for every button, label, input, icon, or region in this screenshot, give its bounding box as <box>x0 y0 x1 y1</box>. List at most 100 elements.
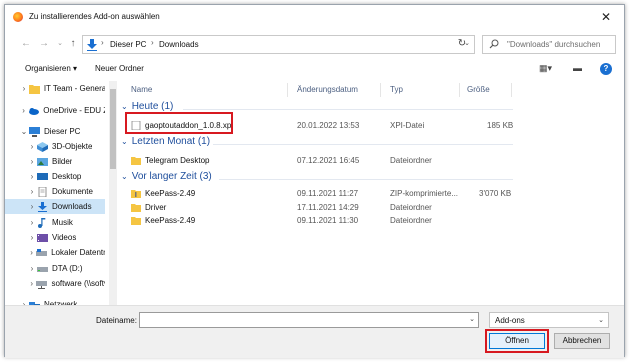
chevron-down-icon[interactable]: ⌄ <box>469 315 475 323</box>
column-header-date[interactable]: Änderungsdatum <box>297 85 358 94</box>
up-button[interactable]: ↑ <box>66 36 80 52</box>
file-type: ZIP-komprimierte... <box>390 189 459 198</box>
file-type: Dateiordner <box>390 203 432 212</box>
file-row[interactable]: KeePass-2.49 09.11.2021 11:27 ZIP-kompri… <box>121 187 521 201</box>
column-header-size[interactable]: Größe <box>467 85 490 94</box>
arrow-right-icon: → <box>39 38 49 49</box>
filename-label: Dateiname: <box>96 316 137 325</box>
sidebar-item-music[interactable]: › Musik <box>5 215 105 230</box>
organize-menu[interactable]: Organisieren ▾ <box>25 64 77 73</box>
chevron-down-icon: ⌄ <box>121 102 128 111</box>
sidebar-item-software-share[interactable]: › software (\\softv <box>5 276 105 291</box>
sidebar-item-videos[interactable]: › Videos <box>5 230 105 245</box>
column-divider[interactable] <box>287 83 288 97</box>
chevron-down-icon[interactable]: ⌄ <box>19 127 29 136</box>
view-options-icon[interactable]: ▦▾ <box>539 63 552 74</box>
file-date: 09.11.2021 11:27 <box>297 189 359 198</box>
navigation-bar: ← → ⌄ ↑ › Dieser PC › Downloads ⌄ ↻ "Dow… <box>5 33 624 57</box>
video-icon <box>37 233 48 242</box>
breadcrumb-downloads[interactable]: Downloads <box>159 40 199 49</box>
search-placeholder: "Downloads" durchsuchen <box>507 40 601 49</box>
breadcrumb-separator-icon: › <box>101 38 104 47</box>
file-name: Driver <box>145 203 167 212</box>
chevron-right-icon[interactable]: › <box>27 202 37 211</box>
sidebar-item-downloads[interactable]: › Downloads <box>5 199 105 214</box>
folder-icon <box>131 204 141 212</box>
file-name: KeePass-2.49 <box>145 189 196 198</box>
chevron-right-icon[interactable]: › <box>27 187 37 196</box>
sidebar-item-documents[interactable]: › Dokumente <box>5 184 105 199</box>
sidebar-scrollbar[interactable] <box>109 81 117 313</box>
cloud-icon <box>29 107 40 115</box>
forward-button[interactable]: → <box>37 36 51 52</box>
file-date: 09.11.2021 11:30 <box>297 216 359 225</box>
cube-icon <box>37 141 48 152</box>
title-bar: Zu installierendes Add-on auswählen ✕ <box>5 5 624 29</box>
chevron-right-icon[interactable]: › <box>27 218 37 227</box>
file-row[interactable]: Telegram Desktop 07.12.2021 16:45 Dateio… <box>121 154 521 168</box>
breadcrumb-this-pc[interactable]: Dieser PC <box>110 40 146 49</box>
chevron-right-icon[interactable]: › <box>19 84 29 93</box>
drive-icon <box>36 248 48 256</box>
help-icon[interactable]: ? <box>600 63 612 75</box>
firefox-icon <box>13 12 23 22</box>
chevron-right-icon[interactable]: › <box>27 248 36 257</box>
sidebar-item-desktop[interactable]: › Desktop <box>5 169 105 184</box>
group-divider <box>213 144 513 145</box>
column-divider[interactable] <box>511 83 512 97</box>
chevron-right-icon[interactable]: › <box>27 233 37 242</box>
file-name: Telegram Desktop <box>145 156 210 165</box>
group-header-long-ago[interactable]: ⌄ Vor langer Zeit (3) <box>121 171 212 182</box>
file-row[interactable]: KeePass-2.49 09.11.2021 11:30 Dateiordne… <box>121 214 521 228</box>
sidebar-item-3d-objects[interactable]: › 3D-Objekte <box>5 139 105 154</box>
group-header-last-month[interactable]: ⌄ Letzten Monat (1) <box>121 136 210 147</box>
back-button[interactable]: ← <box>19 36 33 52</box>
chevron-right-icon[interactable]: › <box>27 142 37 151</box>
chevron-right-icon[interactable]: › <box>27 172 37 181</box>
preview-pane-icon[interactable]: ▬ <box>573 63 582 73</box>
window-title: Zu installierendes Add-on auswählen <box>29 12 160 21</box>
file-name: KeePass-2.49 <box>145 216 196 225</box>
close-button[interactable]: ✕ <box>598 9 614 25</box>
chevron-right-icon[interactable]: › <box>27 264 37 273</box>
sidebar-item-dta-drive[interactable]: › DTA (D:) <box>5 261 105 276</box>
command-toolbar: Organisieren ▾ Neuer Ordner ▦▾ ▬ ? <box>5 61 624 79</box>
arrow-left-icon: ← <box>21 38 31 49</box>
file-type: Dateiordner <box>390 216 432 225</box>
sidebar-scroll-thumb[interactable] <box>110 89 116 169</box>
search-box[interactable]: "Downloads" durchsuchen <box>482 35 616 54</box>
address-bar[interactable]: › Dieser PC › Downloads ⌄ <box>82 35 475 54</box>
chevron-down-icon: ⌄ <box>121 172 128 181</box>
drive-icon <box>37 266 48 272</box>
file-type: Dateiordner <box>390 156 432 165</box>
chevron-right-icon[interactable]: › <box>19 106 28 115</box>
column-header-name[interactable]: Name <box>131 85 152 94</box>
sidebar-item-it-team[interactable]: › IT Team - Genera <box>5 81 105 96</box>
sidebar-item-local-disk[interactable]: › Lokaler Datenträ <box>5 245 105 260</box>
folder-icon <box>28 84 40 94</box>
chevron-right-icon[interactable]: › <box>27 279 36 288</box>
sidebar-item-pictures[interactable]: › Bilder <box>5 154 105 169</box>
filetype-select[interactable]: Add-ons ⌄ <box>489 312 609 328</box>
sidebar-item-this-pc[interactable]: ⌄ Dieser PC <box>5 124 105 139</box>
download-icon <box>38 201 47 212</box>
file-date: 07.12.2021 16:45 <box>297 156 360 165</box>
download-icon <box>87 39 97 51</box>
file-size: 185 KB <box>487 121 514 130</box>
refresh-button[interactable]: ↻ <box>453 36 471 52</box>
dialog-footer: Dateiname: ⌄ Add-ons ⌄ Öffnen Abbrechen <box>5 305 624 358</box>
filename-input[interactable]: ⌄ <box>139 312 479 328</box>
column-header-type[interactable]: Typ <box>390 85 403 94</box>
new-folder-button[interactable]: Neuer Ordner <box>95 64 144 73</box>
desktop-icon <box>37 172 48 180</box>
cancel-button[interactable]: Abbrechen <box>554 333 610 349</box>
file-size: 3'070 KB <box>479 189 512 198</box>
chevron-right-icon[interactable]: › <box>27 157 37 166</box>
sidebar-item-onedrive[interactable]: › OneDrive - EDU Zi <box>5 103 105 118</box>
recent-locations-button[interactable]: ⌄ <box>53 36 67 52</box>
column-divider[interactable] <box>380 83 381 97</box>
group-header-today[interactable]: ⌄ Heute (1) <box>121 101 173 112</box>
file-row[interactable]: Driver 17.11.2021 14:29 Dateiordner <box>121 201 521 215</box>
column-divider[interactable] <box>459 83 460 97</box>
search-icon <box>489 39 499 49</box>
